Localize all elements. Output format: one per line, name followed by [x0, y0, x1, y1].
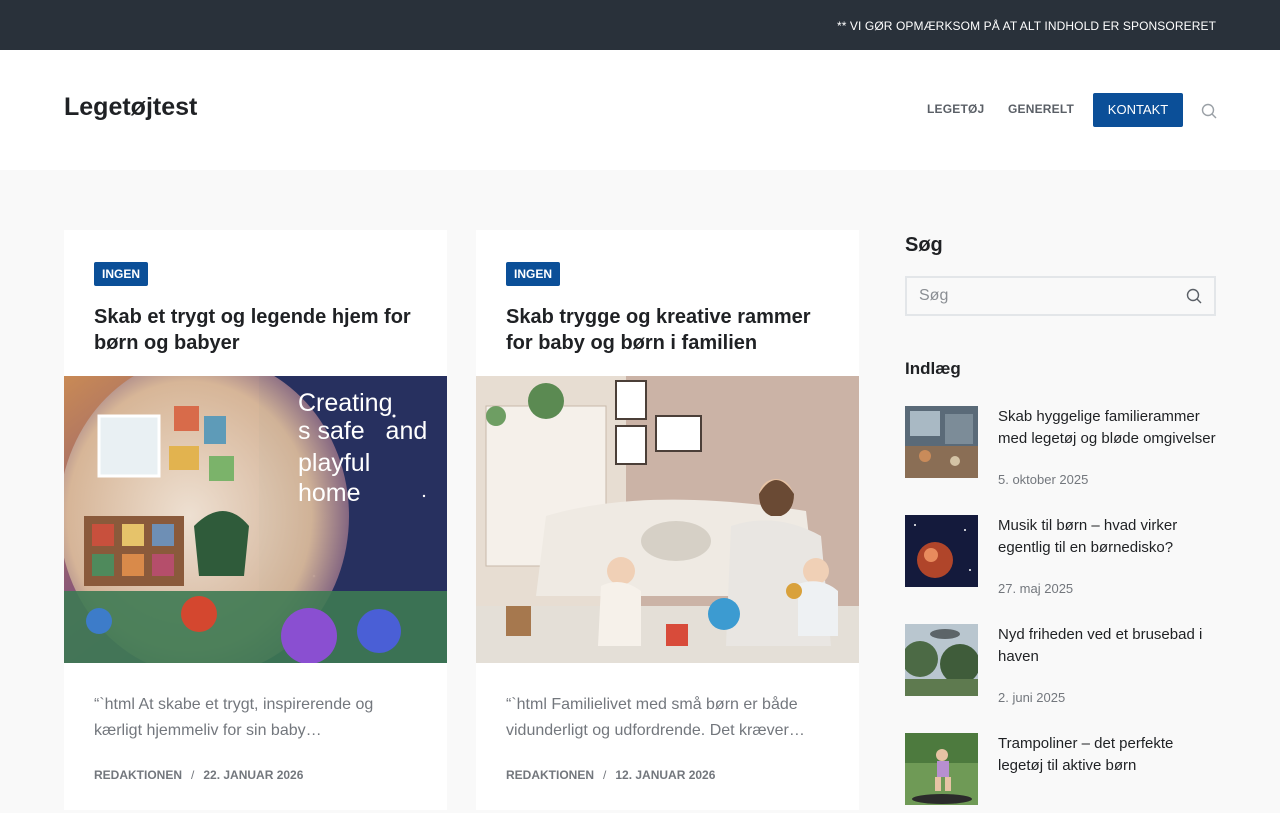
nav-kontakt-button[interactable]: KONTAKT	[1093, 93, 1183, 127]
recent-post-thumbnail[interactable]	[905, 406, 978, 478]
search-widget-heading: Søg	[905, 234, 943, 256]
post-excerpt: “`html Familielivet med små børn er både…	[506, 696, 805, 739]
image-caption-line-2: s safe and	[298, 417, 427, 445]
post-author[interactable]: REDAKTIONEN	[94, 768, 182, 782]
sponsored-notice: ** VI GØR OPMÆRKSOM PÅ AT ALT INDHOLD ER…	[836, 19, 1216, 33]
recent-post-thumbnail[interactable]	[905, 624, 978, 696]
category-badge[interactable]: INGEN	[506, 262, 561, 286]
post-date: 22. JANUAR 2026	[203, 768, 304, 782]
recent-post-thumbnail[interactable]	[905, 733, 978, 805]
meta-separator: /	[603, 768, 607, 782]
search-icon[interactable]	[1186, 288, 1202, 304]
post-excerpt: “`html At skabe et trygt, inspirerende o…	[94, 696, 374, 739]
post-title[interactable]: Skab trygge og kreative rammer for baby …	[506, 304, 836, 356]
recent-post-item: Nyd friheden ved et brusebad i haven 2. …	[905, 624, 1216, 705]
post-meta: REDAKTIONEN / 12. JANUAR 2026	[506, 768, 715, 782]
meta-separator: /	[191, 768, 195, 782]
post-author[interactable]: REDAKTIONEN	[506, 768, 594, 782]
post-meta: REDAKTIONEN / 22. JANUAR 2026	[94, 768, 303, 782]
recent-post-title[interactable]: Skab hyggelige familierammer med legetøj…	[998, 406, 1216, 450]
site-header: Legetøjtest LEGETØJ GENERELT KONTAKT	[0, 50, 1280, 170]
post-card: INGEN Skab et trygt og legende hjem for …	[64, 230, 447, 810]
category-badge[interactable]: INGEN	[94, 262, 149, 286]
recent-post-date: 5. oktober 2025	[998, 472, 1089, 487]
post-title[interactable]: Skab et trygt og legende hjem for børn o…	[94, 304, 424, 356]
recent-post-date: 27. maj 2025	[998, 581, 1074, 596]
recent-post-thumbnail[interactable]	[905, 515, 978, 587]
post-image[interactable]: Creating s safe and playful home	[64, 376, 447, 663]
post-card: INGEN Skab trygge og kreative rammer for…	[476, 230, 859, 810]
recent-post-item: Skab hyggelige familierammer med legetøj…	[905, 406, 1216, 487]
recent-post-title[interactable]: Musik til børn – hvad virker egentlig ti…	[998, 515, 1216, 559]
posts-widget-heading: Indlæg	[905, 359, 961, 378]
nav-legetoj[interactable]: LEGETØJ	[927, 102, 984, 116]
site-logo[interactable]: Legetøjtest	[64, 93, 197, 122]
recent-post-item: Musik til børn – hvad virker egentlig ti…	[905, 515, 1216, 596]
image-caption-line-1: Creating	[298, 389, 393, 417]
recent-post-item: Trampoliner – det perfekte legetøj til a…	[905, 733, 1216, 813]
post-image[interactable]	[476, 376, 859, 663]
post-date: 12. JANUAR 2026	[615, 768, 716, 782]
recent-post-date: 2. juni 2025	[998, 690, 1066, 705]
search-input[interactable]	[919, 278, 1169, 314]
recent-post-title[interactable]: Trampoliner – det perfekte legetøj til a…	[998, 733, 1216, 777]
search-icon[interactable]	[1201, 103, 1217, 119]
image-caption-line-4: home	[298, 479, 361, 507]
nav-generelt[interactable]: GENERELT	[1008, 102, 1074, 116]
recent-post-title[interactable]: Nyd friheden ved et brusebad i haven	[998, 624, 1216, 668]
search-form	[905, 276, 1216, 316]
image-caption-line-3: playful	[298, 449, 370, 477]
top-notice-bar: ** VI GØR OPMÆRKSOM PÅ AT ALT INDHOLD ER…	[0, 0, 1280, 50]
